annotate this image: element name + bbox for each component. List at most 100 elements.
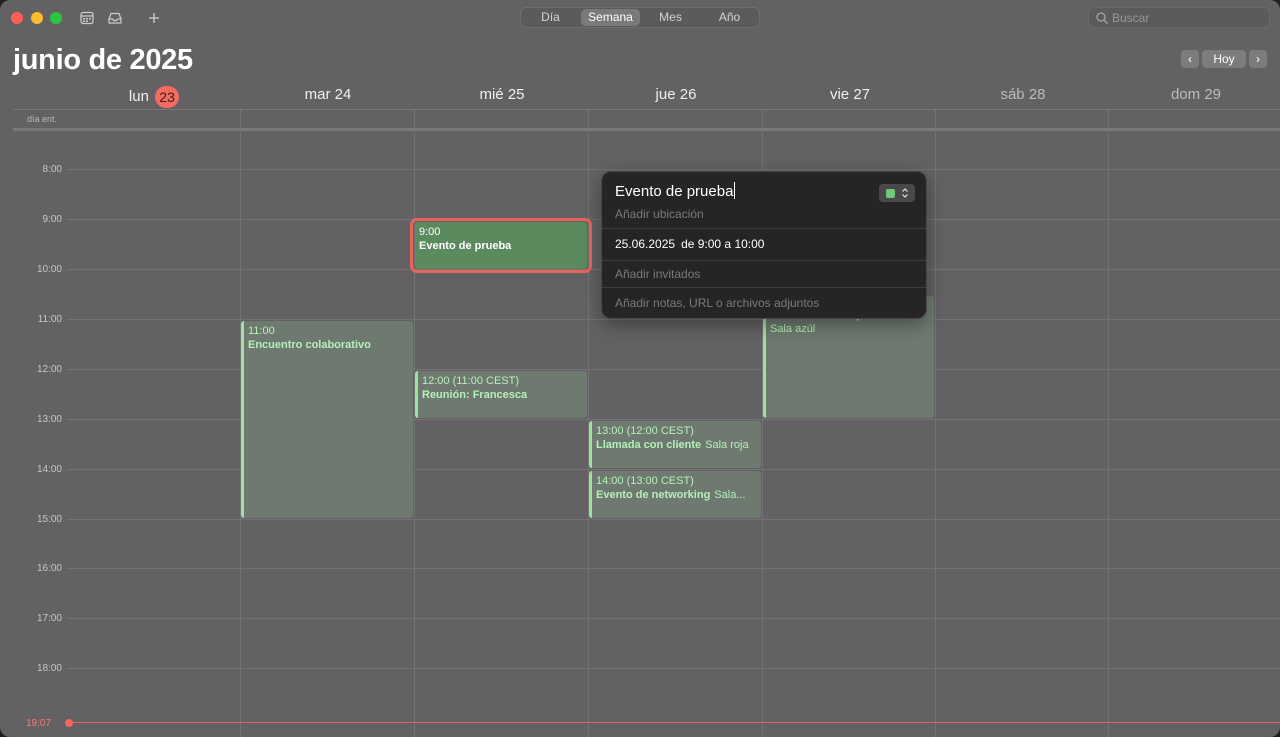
popover-divider bbox=[602, 228, 926, 229]
current-time-dot bbox=[65, 719, 73, 727]
view-day-button[interactable]: Día bbox=[521, 8, 580, 27]
current-time-line bbox=[70, 722, 1280, 723]
event-time: 14:00 (13:00 CEST) bbox=[596, 475, 694, 487]
search-field[interactable] bbox=[1088, 7, 1270, 28]
location-field[interactable]: Añadir ubicación bbox=[615, 207, 704, 221]
day-header-fri: vie 27 bbox=[763, 86, 937, 108]
popover-divider bbox=[602, 260, 926, 261]
close-window-button[interactable] bbox=[11, 12, 23, 24]
date-time-field[interactable]: 25.06.2025 de 9:00 a 10:00 bbox=[615, 237, 764, 251]
day-header-sun: dom 29 bbox=[1109, 86, 1280, 108]
event-title-text: Evento de prueba bbox=[615, 183, 734, 200]
inbox-icon[interactable] bbox=[106, 9, 124, 27]
event-location: Sala azúl bbox=[770, 323, 816, 335]
event-time: 13:00 (12:00 CEST) bbox=[596, 425, 694, 437]
event-encuentro-colaborativo[interactable]: 11:00 Encuentro colaborativo bbox=[241, 321, 413, 518]
day-header-mon: lun 23 bbox=[67, 86, 241, 108]
hour-label: 9:00 bbox=[42, 214, 62, 225]
event-reunion-francesca[interactable]: 12:00 (11:00 CEST) Reunión: Francesca bbox=[415, 371, 587, 418]
hour-label: 11:00 bbox=[37, 314, 62, 325]
all-day-label: día ent. bbox=[27, 114, 58, 124]
day-header-thu: jue 26 bbox=[589, 86, 763, 108]
view-week-button[interactable]: Semana bbox=[581, 9, 640, 26]
column-divider bbox=[1108, 110, 1109, 737]
event-location: Sala... bbox=[714, 489, 746, 501]
hour-label: 17:00 bbox=[36, 613, 62, 624]
event-title-field[interactable]: Evento de prueba bbox=[615, 182, 736, 200]
hour-label: 14:00 bbox=[36, 464, 62, 475]
minimize-window-button[interactable] bbox=[31, 12, 43, 24]
calendar-color-swatch bbox=[886, 189, 895, 198]
day-number: 25 bbox=[507, 86, 525, 103]
previous-week-button[interactable]: ‹ bbox=[1181, 50, 1199, 68]
chevron-up-down-icon bbox=[902, 188, 908, 198]
column-divider bbox=[935, 110, 936, 737]
event-location: Sala roja bbox=[705, 439, 749, 451]
zoom-window-button[interactable] bbox=[50, 12, 62, 24]
hour-label: 18:00 bbox=[36, 663, 62, 674]
day-header-wed: mié 25 bbox=[415, 86, 589, 108]
column-divider bbox=[414, 110, 415, 737]
event-time-range: de 9:00 a 10:00 bbox=[681, 237, 765, 251]
header-divider bbox=[13, 109, 1280, 110]
event-title: Evento de networking bbox=[596, 489, 711, 501]
view-year-button[interactable]: Año bbox=[700, 8, 759, 27]
day-name: mié bbox=[479, 86, 504, 103]
calendar-list-icon[interactable] bbox=[78, 9, 96, 27]
selection-highlight bbox=[410, 218, 592, 273]
notes-field[interactable]: Añadir notas, URL o archivos adjuntos bbox=[615, 296, 819, 310]
day-number: 28 bbox=[1028, 86, 1046, 103]
event-networking[interactable]: 14:00 (13:00 CEST) Evento de networking S… bbox=[589, 471, 761, 518]
day-number: 24 bbox=[334, 86, 352, 103]
hour-line bbox=[67, 668, 1280, 669]
event-time: 11:00 bbox=[248, 325, 275, 337]
text-cursor bbox=[734, 182, 736, 199]
day-number: 27 bbox=[853, 86, 871, 103]
hour-label: 10:00 bbox=[36, 264, 62, 275]
toolbar: Día Semana Mes Año bbox=[0, 0, 1280, 36]
hour-label: 16:00 bbox=[36, 563, 62, 574]
day-name: sáb bbox=[1000, 86, 1025, 103]
hour-line bbox=[67, 169, 1280, 170]
day-header-tue: mar 24 bbox=[241, 86, 415, 108]
event-popover: Evento de prueba Añadir ubicación 25.06.… bbox=[601, 171, 927, 319]
today-badge: 23 bbox=[155, 86, 180, 108]
hour-label: 15:00 bbox=[36, 514, 62, 525]
event-date: 25.06.2025 bbox=[615, 237, 676, 251]
search-input[interactable] bbox=[1112, 8, 1262, 27]
day-header-sat: sáb 28 bbox=[936, 86, 1110, 108]
event-title: Reunión: Francesca bbox=[422, 389, 528, 401]
hour-line bbox=[67, 519, 1280, 520]
day-name: mar bbox=[304, 86, 331, 103]
day-name: jue bbox=[655, 86, 676, 103]
view-switcher: Día Semana Mes Año bbox=[520, 7, 760, 28]
invitees-field[interactable]: Añadir invitados bbox=[615, 267, 700, 281]
day-name: lun bbox=[128, 87, 149, 105]
hour-label: 13:00 bbox=[36, 414, 62, 425]
event-title: Encuentro colaborativo bbox=[248, 339, 371, 351]
day-name: dom bbox=[1170, 86, 1201, 103]
calendar-window: Día Semana Mes Año junio de 2025 ‹ Hoy ›… bbox=[0, 0, 1280, 737]
current-time-label: 19:07 bbox=[26, 718, 52, 729]
hour-label: 8:00 bbox=[42, 164, 62, 175]
popover-divider bbox=[602, 287, 926, 288]
all-day-divider bbox=[13, 128, 1280, 131]
event-title-line: Evento de networking Sala... bbox=[596, 488, 757, 502]
calendar-color-picker[interactable] bbox=[879, 184, 915, 202]
event-llamada-cliente[interactable]: 13:00 (12:00 CEST) Llamada con cliente Sa… bbox=[589, 421, 761, 468]
hour-line bbox=[67, 618, 1280, 619]
view-month-button[interactable]: Mes bbox=[641, 8, 700, 27]
next-week-button[interactable]: › bbox=[1249, 50, 1267, 68]
page-title: junio de 2025 bbox=[13, 44, 193, 76]
day-name: vie bbox=[829, 86, 850, 103]
event-title: Llamada con cliente bbox=[596, 439, 702, 451]
hour-line bbox=[67, 319, 1280, 320]
day-number: 29 bbox=[1204, 86, 1222, 103]
hour-line bbox=[67, 568, 1280, 569]
event-time: 12:00 (11:00 CEST) bbox=[422, 375, 520, 387]
today-button[interactable]: Hoy bbox=[1202, 50, 1246, 68]
hour-label: 12:00 bbox=[36, 364, 62, 375]
plus-icon[interactable] bbox=[145, 9, 163, 27]
search-icon bbox=[1096, 12, 1108, 24]
day-number: 26 bbox=[679, 86, 697, 103]
